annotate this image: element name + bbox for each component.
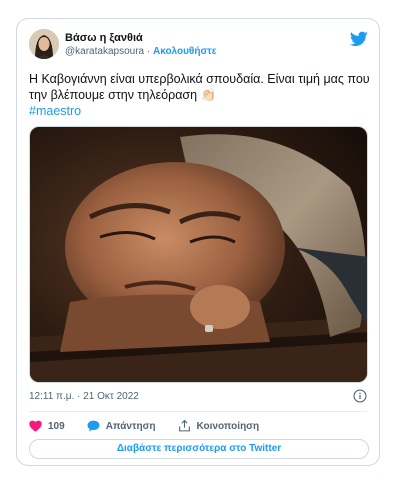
- info-icon[interactable]: [353, 389, 367, 403]
- handle-separator: ·: [144, 46, 153, 57]
- media-photo: [30, 127, 367, 382]
- hashtag-link[interactable]: #maestro: [29, 103, 374, 119]
- share-label: Κοινοποίηση: [196, 420, 260, 432]
- avatar[interactable]: [29, 29, 59, 59]
- reply-button[interactable]: Απάντηση: [87, 420, 156, 432]
- follow-link[interactable]: Ακολουθήστε: [153, 46, 217, 57]
- tweet-media-image[interactable]: [29, 126, 368, 383]
- tweet-text-block: Η Καβογιάννη είναι υπερβολικά σπουδαία. …: [29, 71, 374, 119]
- heart-icon: [29, 420, 42, 432]
- author-display-name[interactable]: Βάσω η ξανθιά: [65, 32, 143, 44]
- twitter-bird-icon[interactable]: [350, 31, 368, 47]
- share-button[interactable]: Κοινοποίηση: [178, 420, 260, 432]
- tweet-timestamp[interactable]: 12:11 π.μ. · 21 Οκτ 2022: [29, 391, 139, 402]
- author-handle[interactable]: @karatakapsoura: [65, 46, 144, 57]
- reply-icon: [87, 420, 100, 432]
- author-handle-row: @karatakapsoura · Ακολουθήστε: [65, 46, 217, 57]
- divider: [29, 411, 367, 412]
- tweet-card: Βάσω η ξανθιά @karatakapsoura · Ακολουθή…: [16, 18, 380, 466]
- like-button[interactable]: 109: [29, 420, 65, 432]
- avatar-image: [29, 29, 59, 59]
- like-count: 109: [48, 420, 65, 432]
- reply-label: Απάντηση: [105, 420, 156, 432]
- tweet-actions: 109 Απάντηση Κοινοποίηση: [29, 418, 281, 434]
- tweet-text: Η Καβογιάννη είναι υπερβολικά σπουδαία. …: [29, 72, 370, 102]
- read-more-button[interactable]: Διαβάστε περισσότερα στο Twitter: [29, 439, 369, 459]
- share-icon: [178, 420, 190, 432]
